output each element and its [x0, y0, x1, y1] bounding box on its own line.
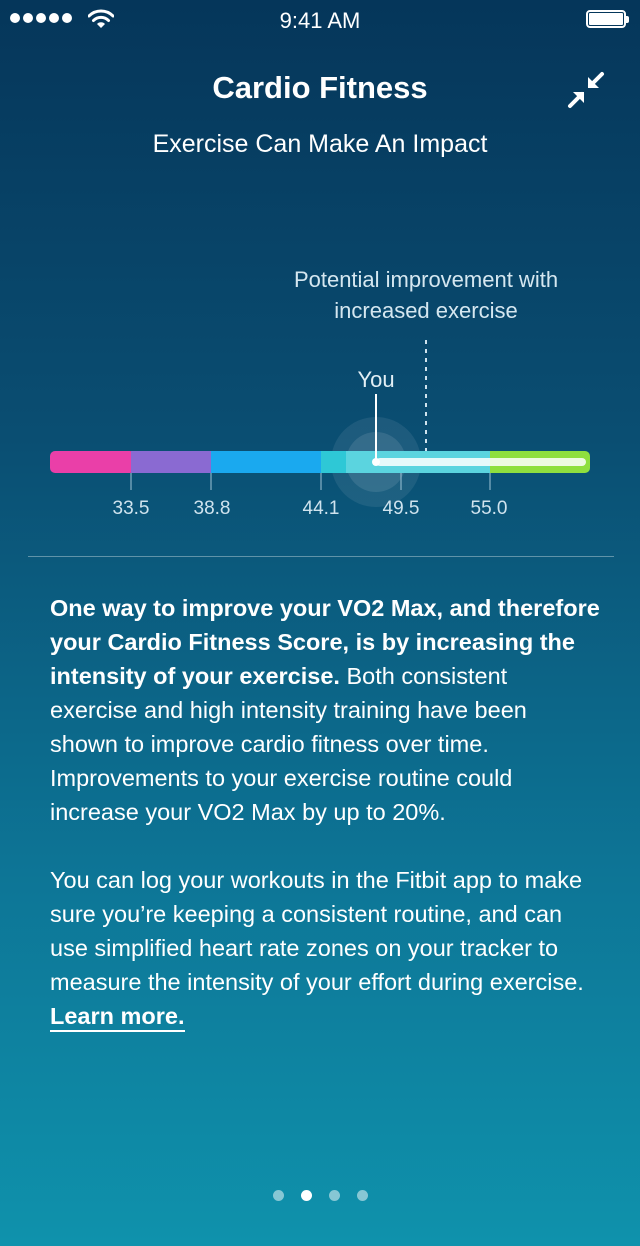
page-dot[interactable] [328, 1190, 340, 1201]
tick-label: 33.5 [112, 498, 150, 519]
page-dot[interactable] [272, 1190, 284, 1201]
explanation-text: One way to improve your VO2 Max, and the… [50, 591, 600, 1033]
page-dot-active[interactable] [300, 1190, 312, 1201]
segment-blue [211, 451, 322, 473]
paragraph-two: You can log your workouts in the Fitbit … [50, 867, 584, 995]
page-indicator [0, 1190, 640, 1201]
you-marker-dot [372, 458, 380, 466]
learn-more-link[interactable]: Learn more. [50, 1002, 185, 1032]
segment-pink [50, 451, 135, 473]
tick-label: 55.0 [470, 498, 508, 519]
tick-label: 49.5 [382, 498, 420, 519]
segment-purple [131, 451, 212, 473]
tick-label: 44.1 [302, 498, 340, 519]
potential-range-bar [376, 458, 586, 466]
divider [28, 556, 614, 557]
lead-sentence: One way to improve your VO2 Max, and the… [50, 595, 600, 689]
tick-label: 38.8 [193, 498, 231, 519]
page-dot[interactable] [356, 1190, 368, 1201]
potential-improvement-label: Potential improvement with increased exe… [293, 267, 559, 323]
you-label: You [357, 367, 395, 392]
